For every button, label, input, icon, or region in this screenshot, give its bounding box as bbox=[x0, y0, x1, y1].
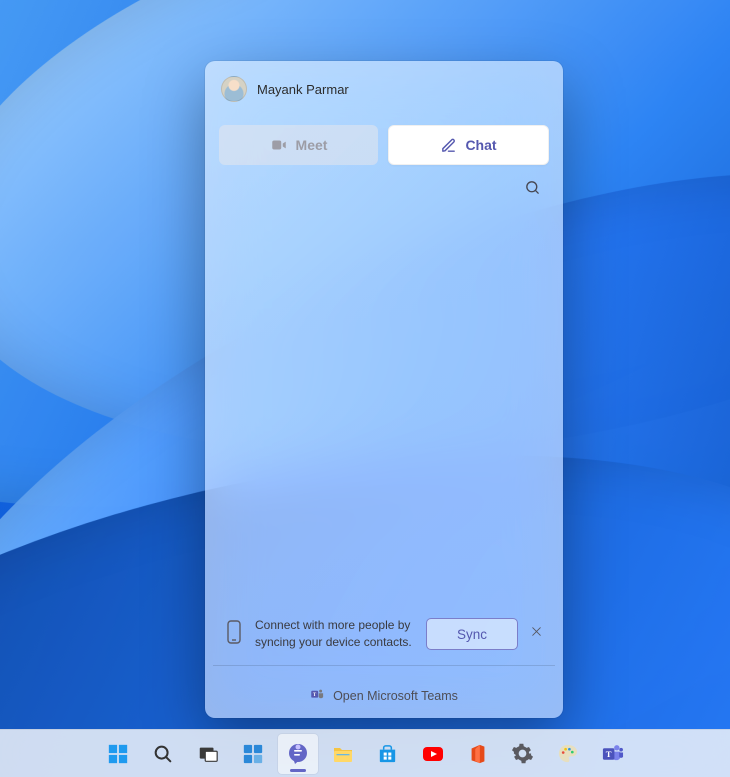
compose-icon bbox=[440, 137, 457, 154]
taskbar-search[interactable] bbox=[143, 734, 183, 774]
flyout-header: Mayank Parmar bbox=[205, 61, 563, 112]
sync-message: Connect with more people by syncing your… bbox=[255, 617, 418, 651]
meet-button: Meet bbox=[219, 125, 378, 165]
task-view-icon bbox=[196, 742, 220, 766]
search-icon bbox=[151, 742, 175, 766]
phone-icon bbox=[225, 619, 243, 650]
gear-icon bbox=[511, 742, 535, 766]
chat-button-label: Chat bbox=[465, 137, 496, 153]
meet-button-label: Meet bbox=[296, 137, 328, 153]
palette-icon bbox=[556, 742, 580, 766]
folder-icon bbox=[331, 742, 355, 766]
teams-chat-flyout: Mayank Parmar Meet Chat bbox=[205, 61, 563, 718]
sync-button[interactable]: Sync bbox=[426, 618, 518, 650]
taskbar: T bbox=[0, 729, 730, 777]
chat-button[interactable]: Chat bbox=[388, 125, 549, 165]
taskbar-file-explorer[interactable] bbox=[323, 734, 363, 774]
action-row: Meet Chat bbox=[205, 112, 563, 165]
taskbar-chat[interactable] bbox=[278, 734, 318, 774]
widgets-icon bbox=[241, 742, 265, 766]
taskbar-youtube[interactable] bbox=[413, 734, 453, 774]
user-name-label: Mayank Parmar bbox=[257, 82, 349, 97]
svg-text:T: T bbox=[606, 749, 612, 759]
dismiss-sync-banner[interactable] bbox=[526, 621, 547, 647]
taskbar-start[interactable] bbox=[98, 734, 138, 774]
taskbar-paint[interactable] bbox=[548, 734, 588, 774]
video-icon bbox=[270, 136, 288, 154]
youtube-icon bbox=[421, 742, 445, 766]
taskbar-teams[interactable]: T bbox=[593, 734, 633, 774]
search-icon[interactable] bbox=[524, 179, 541, 201]
taskbar-widgets[interactable] bbox=[233, 734, 273, 774]
flyout-body bbox=[205, 201, 563, 617]
open-microsoft-teams-link[interactable]: T Open Microsoft Teams bbox=[205, 674, 563, 718]
start-icon bbox=[106, 742, 130, 766]
sync-contacts-banner: Connect with more people by syncing your… bbox=[213, 617, 555, 666]
office-icon bbox=[466, 742, 490, 766]
taskbar-task-view[interactable] bbox=[188, 734, 228, 774]
user-avatar[interactable] bbox=[221, 76, 247, 102]
open-teams-label: Open Microsoft Teams bbox=[333, 689, 458, 703]
sync-button-label: Sync bbox=[457, 627, 487, 642]
chat-icon bbox=[286, 742, 310, 766]
teams-icon: T bbox=[310, 687, 325, 705]
taskbar-office[interactable] bbox=[458, 734, 498, 774]
teams-icon: T bbox=[601, 742, 625, 766]
taskbar-settings[interactable] bbox=[503, 734, 543, 774]
store-icon bbox=[376, 742, 400, 766]
taskbar-microsoft-store[interactable] bbox=[368, 734, 408, 774]
